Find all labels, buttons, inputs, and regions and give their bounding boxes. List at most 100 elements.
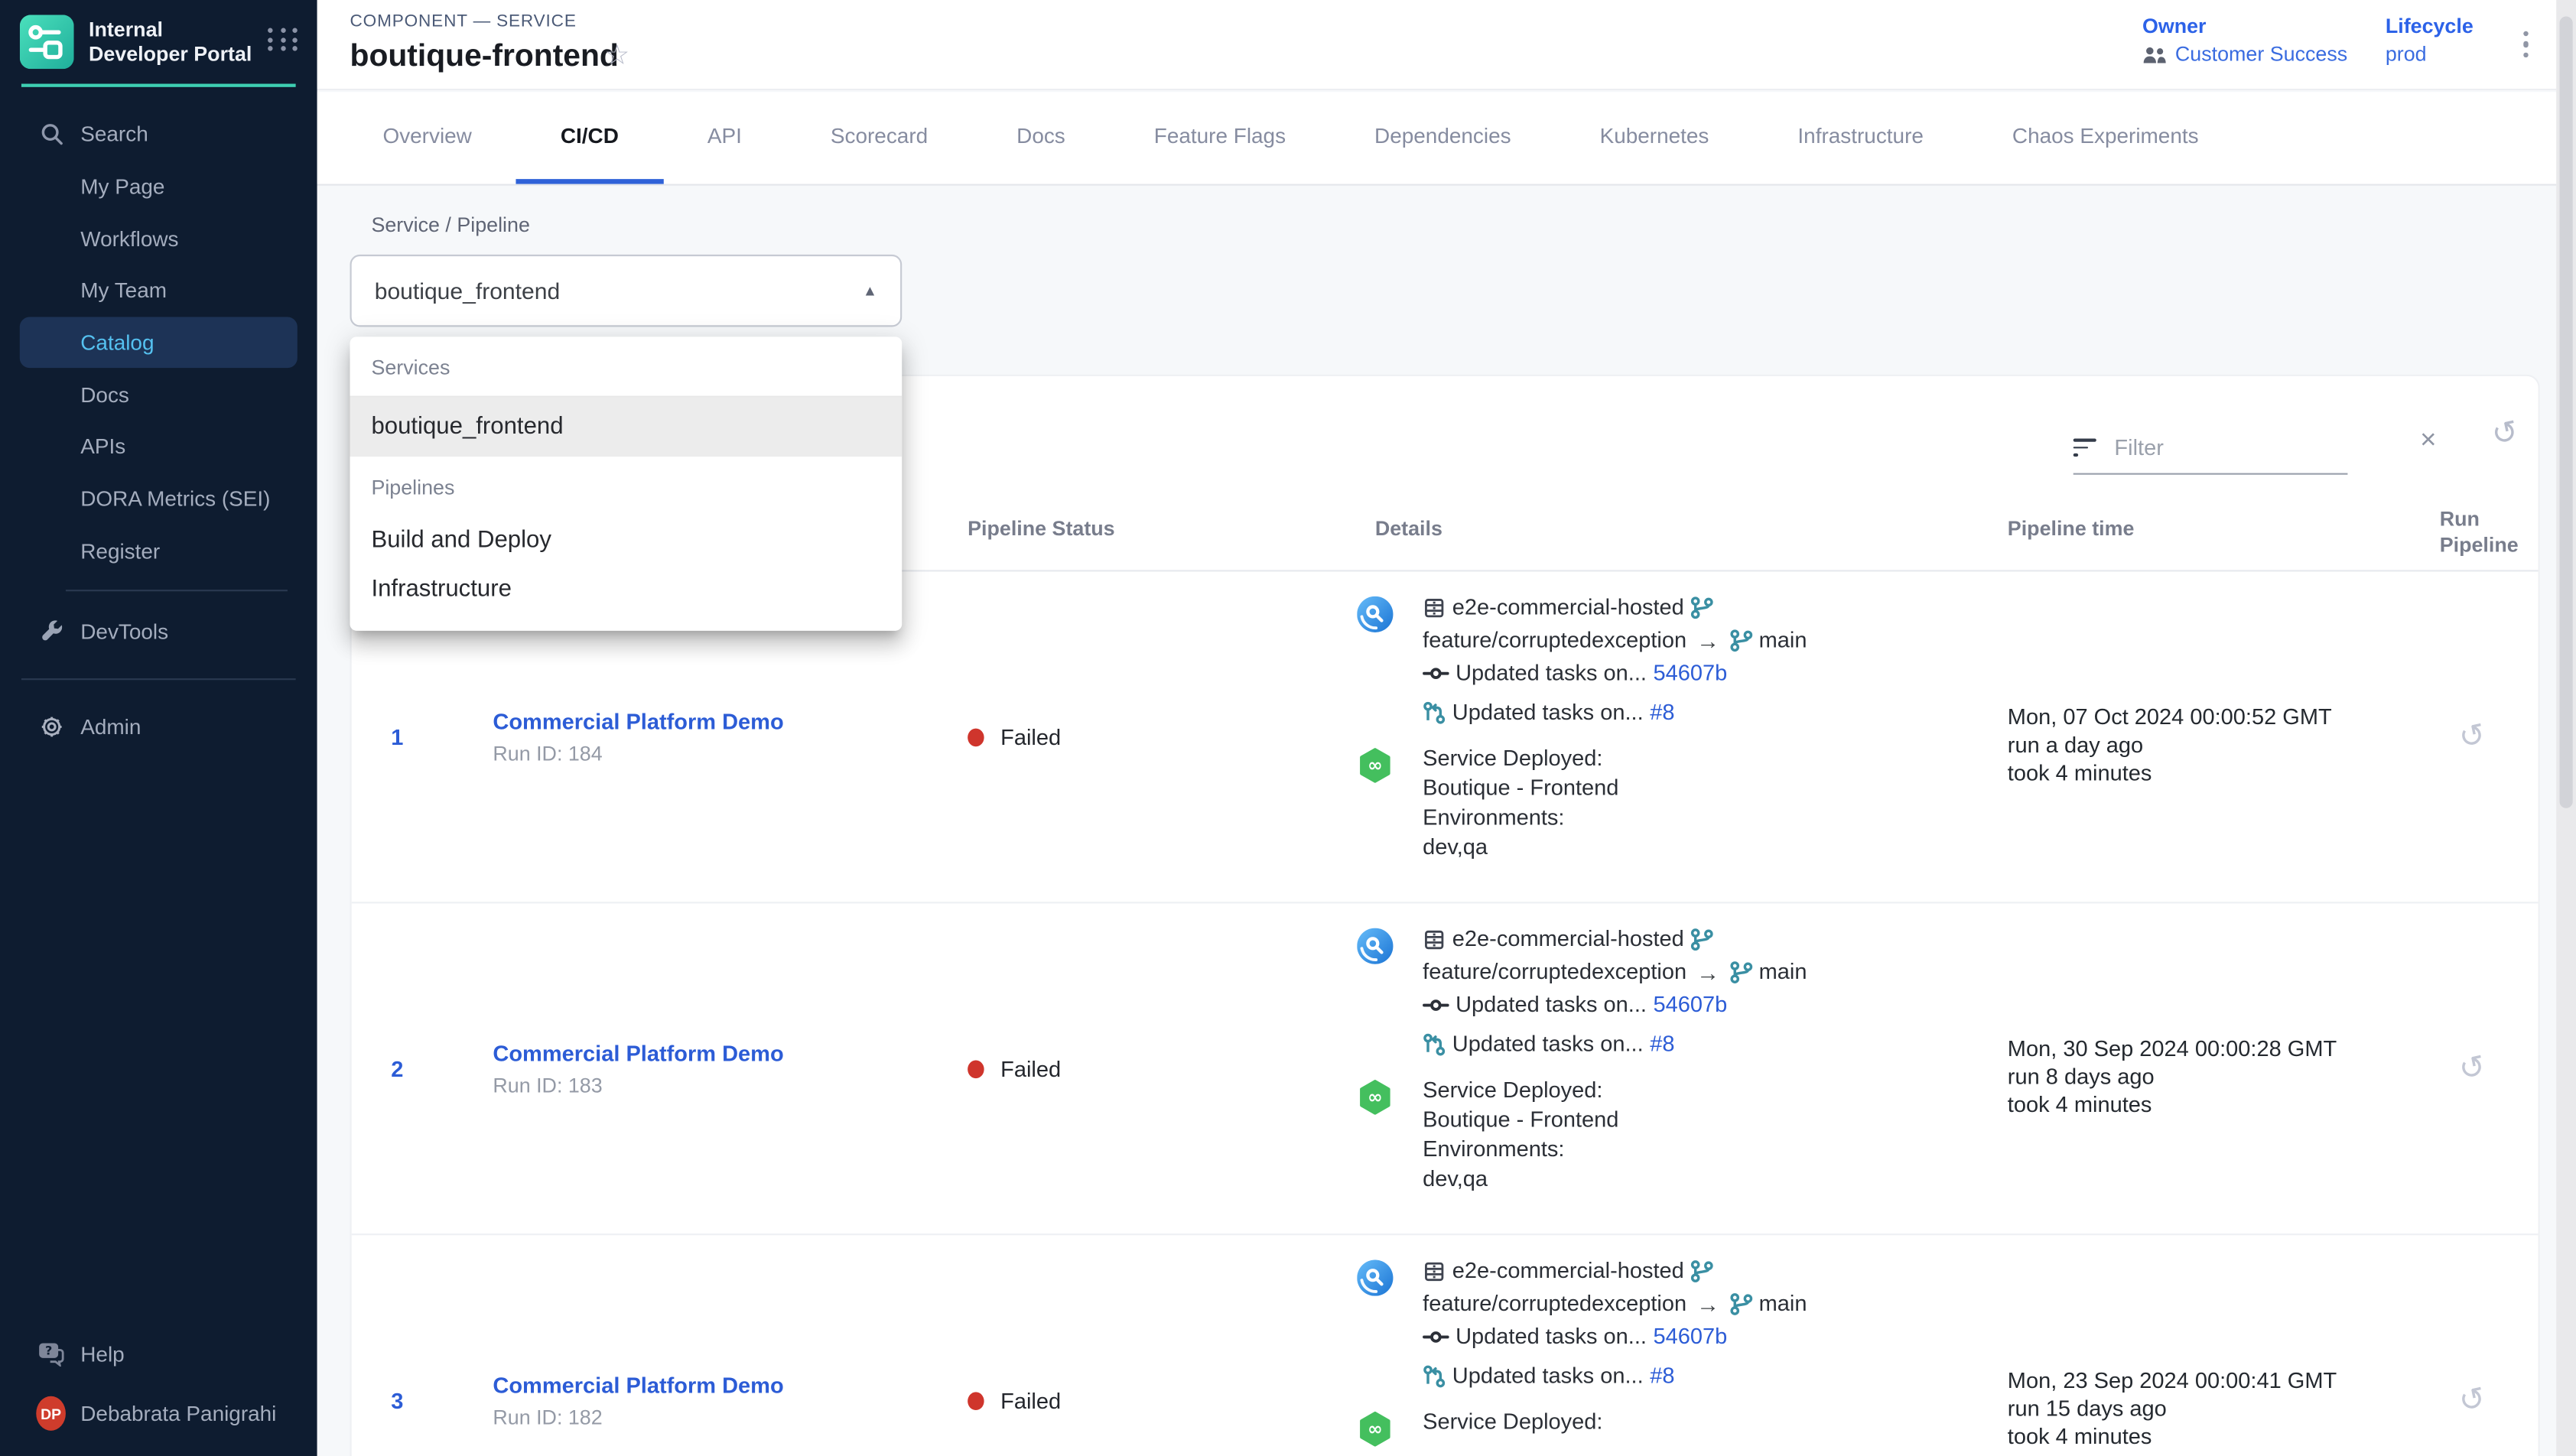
commit-link[interactable]: 54607b	[1654, 657, 1728, 690]
commit-link[interactable]: 54607b	[1654, 989, 1728, 1022]
repo-icon	[1423, 928, 1446, 951]
sidebar-item-label: Register	[80, 538, 160, 563]
pipeline-name-cell: Commercial Platform Demo Run ID: 184	[493, 709, 783, 765]
tab-cicd[interactable]: CI/CD	[516, 92, 663, 184]
dropdown-group-pipelines: Pipelines	[350, 457, 903, 515]
sidebar-item-label: My Team	[80, 278, 167, 303]
commit-link[interactable]: 54607b	[1654, 1321, 1728, 1354]
pipeline-time-cell: Mon, 23 Sep 2024 00:00:41 GMT run 15 day…	[2008, 1367, 2337, 1451]
sidebar-item-dora-metrics[interactable]: DORA Metrics (SEI)	[20, 473, 298, 525]
tab-dependencies[interactable]: Dependencies	[1330, 92, 1556, 184]
sidebar-item-label: Catalog	[80, 330, 154, 355]
col-details: Details	[1375, 518, 1442, 541]
ci-stage-icon	[1357, 596, 1393, 632]
sidebar: Internal Developer Portal Search My Page…	[0, 0, 317, 1456]
lifecycle-value: prod	[2386, 43, 2474, 66]
avatar: DP	[36, 1396, 66, 1431]
failed-dot-icon	[968, 1391, 984, 1409]
sidebar-item-help[interactable]: Help	[20, 1328, 298, 1380]
tab-infrastructure[interactable]: Infrastructure	[1753, 92, 1968, 184]
tab-api[interactable]: API	[663, 92, 786, 184]
commit-icon	[1423, 665, 1449, 681]
pipeline-link[interactable]: Commercial Platform Demo	[493, 709, 783, 733]
sidebar-item-search[interactable]: Search	[20, 109, 298, 161]
pipeline-link[interactable]: Commercial Platform Demo	[493, 1041, 783, 1065]
tab-scorecard[interactable]: Scorecard	[786, 92, 972, 184]
arrow-right-icon: →	[1693, 956, 1723, 989]
sidebar-item-apis[interactable]: APIs	[20, 421, 298, 473]
app-logo-icon[interactable]	[20, 15, 74, 69]
details-cell: e2e-commercial-hosted feature/corruptede…	[1357, 1255, 2014, 1437]
dropdown-group-services: Services	[350, 336, 903, 397]
screen: Internal Developer Portal Search My Page…	[0, 0, 2576, 1456]
git-branch-icon	[1690, 1259, 1713, 1282]
entity-tabs: Overview CI/CD API Scorecard Docs Featur…	[317, 92, 2557, 185]
run-pipeline-icon[interactable]: ↺	[2457, 1383, 2489, 1419]
status-label: Failed	[1000, 724, 1061, 749]
failed-dot-icon	[968, 1059, 984, 1077]
user-menu[interactable]: DP Debabrata Panigrahi	[20, 1381, 298, 1447]
app-switcher-icon[interactable]	[268, 28, 301, 52]
tab-docs[interactable]: Docs	[972, 92, 1110, 184]
filter-field	[2073, 422, 2348, 475]
sidebar-item-my-team[interactable]: My Team	[20, 265, 298, 317]
tab-feature-flags[interactable]: Feature Flags	[1110, 92, 1330, 184]
nav-divider	[66, 590, 288, 592]
commit-icon	[1423, 1329, 1449, 1345]
sidebar-item-label: Admin	[80, 715, 141, 739]
sidebar-item-my-page[interactable]: My Page	[20, 161, 298, 213]
clear-filter-icon[interactable]: ×	[2420, 425, 2436, 453]
lifecycle-meta: Lifecycle prod	[2386, 15, 2474, 66]
pipeline-link[interactable]: Commercial Platform Demo	[493, 1373, 783, 1397]
pr-link[interactable]: #8	[1650, 1360, 1674, 1393]
favorite-star-icon[interactable]: ☆	[604, 40, 629, 73]
git-branch-icon	[1729, 1292, 1752, 1315]
sidebar-item-admin[interactable]: Admin	[20, 701, 298, 753]
table-row: 3 Commercial Platform Demo Run ID: 182 F…	[352, 1235, 2539, 1456]
tab-chaos-experiments[interactable]: Chaos Experiments	[1968, 92, 2243, 184]
filter-input[interactable]	[2111, 434, 2308, 462]
sidebar-item-label: Docs	[80, 382, 129, 407]
option-infrastructure[interactable]: Infrastructure	[350, 565, 903, 614]
tab-kubernetes[interactable]: Kubernetes	[1556, 92, 1754, 184]
service-pipeline-dropdown: Services boutique_frontend Pipelines Bui…	[350, 336, 903, 630]
run-pipeline-icon[interactable]: ↺	[2457, 719, 2489, 755]
more-actions-kebab-icon[interactable]	[2519, 26, 2534, 63]
table-body: 1 Commercial Platform Demo Run ID: 184 F…	[352, 571, 2539, 1456]
service-pipeline-select[interactable]: boutique_frontend ▲	[350, 255, 903, 327]
sidebar-item-workflows[interactable]: Workflows	[20, 213, 298, 265]
sidebar-item-docs[interactable]: Docs	[20, 369, 298, 421]
col-run-pipeline: Run Pipeline	[2440, 506, 2535, 560]
arrow-right-icon: →	[1693, 624, 1723, 657]
pr-link[interactable]: #8	[1650, 697, 1674, 730]
git-branch-icon	[1690, 596, 1713, 619]
brand-divider	[21, 84, 296, 87]
tab-overview[interactable]: Overview	[338, 92, 516, 184]
details-cell: e2e-commercial-hosted feature/corruptede…	[1357, 591, 2014, 862]
repo-icon	[1423, 1259, 1446, 1282]
owner-link[interactable]: Customer Success	[2142, 43, 2347, 66]
sidebar-item-register[interactable]: Register	[20, 525, 298, 577]
pipeline-time-cell: Mon, 30 Sep 2024 00:00:28 GMT run 8 days…	[2008, 1035, 2337, 1119]
pipeline-name-cell: Commercial Platform Demo Run ID: 183	[493, 1041, 783, 1097]
refresh-icon[interactable]: ↺	[2490, 417, 2522, 453]
app-logo-row: Internal Developer Portal	[0, 0, 317, 80]
sidebar-item-catalog[interactable]: Catalog	[20, 317, 298, 369]
sidebar-item-label: Workflows	[80, 226, 178, 251]
help-chat-icon	[36, 1342, 66, 1367]
sidebar-item-devtools[interactable]: DevTools	[20, 605, 298, 657]
run-pipeline-icon[interactable]: ↺	[2457, 1051, 2489, 1087]
option-boutique-frontend[interactable]: boutique_frontend	[350, 398, 903, 457]
table-row: 2 Commercial Platform Demo Run ID: 183 F…	[352, 903, 2539, 1235]
pull-request-icon	[1423, 1365, 1446, 1388]
scrollbar-thumb[interactable]	[2560, 16, 2573, 808]
sidebar-item-label: APIs	[80, 434, 125, 459]
caret-up-icon: ▲	[863, 282, 877, 298]
sidebar-item-label: Help	[80, 1342, 124, 1367]
option-build-and-deploy[interactable]: Build and Deploy	[350, 515, 903, 564]
run-id: Run ID: 182	[493, 1406, 783, 1428]
pr-link[interactable]: #8	[1650, 1029, 1674, 1061]
git-branch-icon	[1729, 961, 1752, 984]
sidebar-item-label: My Page	[80, 174, 164, 199]
people-icon	[2142, 45, 2167, 63]
